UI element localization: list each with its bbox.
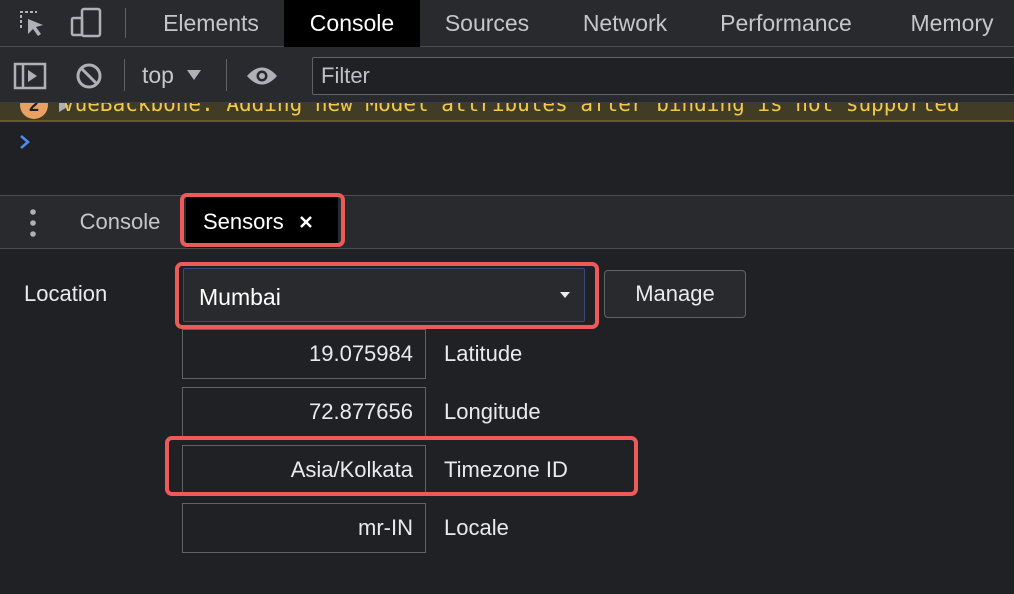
inspect-element-icon[interactable] bbox=[14, 6, 50, 40]
tab-network[interactable]: Network bbox=[566, 0, 684, 47]
filter-input[interactable] bbox=[313, 58, 1014, 94]
latitude-field[interactable] bbox=[182, 329, 426, 379]
locale-field[interactable] bbox=[182, 503, 426, 553]
more-tools-menu-icon[interactable] bbox=[22, 206, 44, 240]
location-label: Location bbox=[24, 281, 108, 306]
highlight-location-select bbox=[175, 262, 599, 329]
filter-box[interactable] bbox=[312, 57, 1014, 95]
locale-label: Locale bbox=[444, 515, 509, 540]
drawer-tabbar: Console Sensors bbox=[0, 195, 1014, 249]
console-input-area[interactable] bbox=[0, 122, 1014, 195]
tab-performance[interactable]: Performance bbox=[704, 0, 868, 47]
toolbar-divider bbox=[124, 59, 125, 91]
clear-console-icon[interactable] bbox=[74, 61, 104, 91]
locale-input[interactable] bbox=[183, 504, 425, 552]
tab-sources[interactable]: Sources bbox=[428, 0, 546, 47]
highlight-sensors-tab bbox=[180, 193, 345, 247]
warning-text: VueBackbone: Adding new Model attributes… bbox=[62, 103, 960, 116]
manage-button[interactable]: Manage bbox=[604, 270, 746, 318]
dropdown-arrow-icon bbox=[186, 70, 201, 80]
context-selector[interactable]: top bbox=[142, 59, 202, 91]
toolbar-divider bbox=[125, 8, 126, 38]
tab-memory[interactable]: Memory bbox=[890, 0, 1014, 47]
console-toolbar: top bbox=[0, 47, 1014, 103]
tab-elements[interactable]: Elements bbox=[142, 0, 280, 47]
toolbar-divider bbox=[226, 59, 227, 91]
devtools-main-tabbar: Elements Console Sources Network Perform… bbox=[0, 0, 1014, 47]
tab-console[interactable]: Console bbox=[284, 0, 420, 47]
longitude-label: Longitude bbox=[444, 399, 541, 424]
context-selector-label: top bbox=[142, 61, 174, 88]
latitude-input[interactable] bbox=[183, 330, 425, 378]
longitude-field[interactable] bbox=[182, 387, 426, 437]
device-toolbar-icon[interactable] bbox=[68, 5, 106, 41]
console-warning-message[interactable]: 2 VueBackbone: Adding new Model attribut… bbox=[0, 103, 1014, 122]
show-sidebar-icon[interactable] bbox=[12, 61, 48, 91]
highlight-timezone-row bbox=[165, 436, 638, 496]
warning-count-badge: 2 bbox=[20, 103, 48, 119]
live-expression-eye-icon[interactable] bbox=[244, 63, 280, 89]
latitude-label: Latitude bbox=[444, 341, 523, 366]
longitude-input[interactable] bbox=[183, 388, 425, 436]
drawer-tab-console[interactable]: Console bbox=[62, 196, 178, 248]
console-prompt-chevron-icon bbox=[20, 135, 30, 149]
